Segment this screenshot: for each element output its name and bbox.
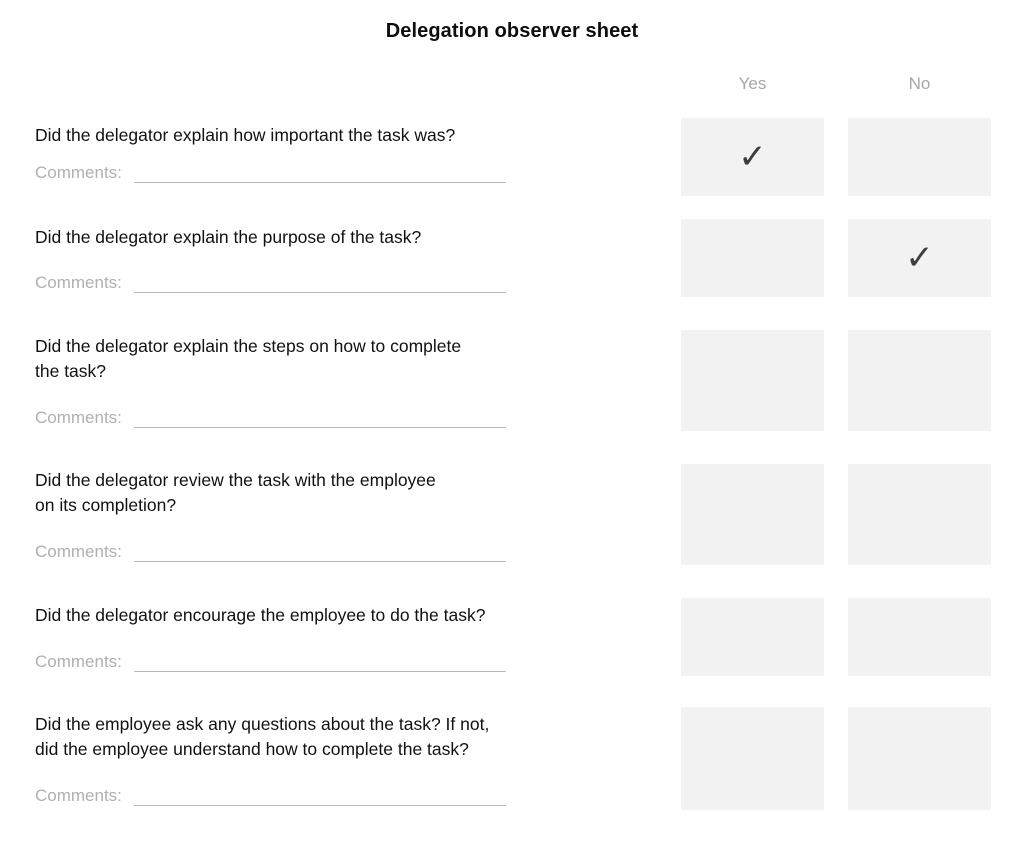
check-icon: ✓ [905, 238, 934, 278]
question-text: Did the employee ask any questions about… [35, 714, 490, 759]
checkbox-cell-no[interactable] [848, 598, 991, 676]
checkbox-cell-yes[interactable] [681, 330, 824, 431]
page-title: Delegation observer sheet [385, 20, 639, 42]
checkbox-cell-yes[interactable] [681, 707, 824, 810]
comments-write-line[interactable] [133, 165, 506, 183]
comments-label: Comments: [35, 163, 122, 182]
checkbox-cell-no[interactable] [848, 330, 991, 431]
comments-label: Comments: [35, 652, 122, 671]
comments-write-line[interactable] [133, 788, 506, 806]
checkbox-cell-yes[interactable] [681, 464, 824, 565]
checkbox-cell-yes[interactable] [681, 598, 824, 676]
comments-write-line[interactable] [133, 410, 506, 428]
comments-write-line[interactable] [133, 544, 506, 562]
comments-label: Comments: [35, 786, 122, 805]
checkbox-cell-yes[interactable] [681, 219, 824, 297]
comments-field[interactable]: Comments: [35, 652, 635, 672]
comments-write-line[interactable] [133, 654, 506, 672]
question-text: Did the delegator explain how important … [35, 125, 456, 145]
delegation-observer-sheet: Delegation observer sheet Yes No Did the… [0, 0, 1024, 843]
comments-field[interactable]: Comments: [35, 786, 635, 806]
comments-label: Comments: [35, 273, 122, 292]
comments-field[interactable]: Comments: [35, 408, 635, 428]
question-text: Did the delegator explain the steps on h… [35, 336, 462, 381]
comments-field[interactable]: Comments: [35, 542, 635, 562]
comments-field[interactable]: Comments: [35, 273, 635, 293]
comments-write-line[interactable] [133, 275, 506, 293]
question-text: Did the delegator encourage the employee… [35, 605, 486, 625]
comments-field[interactable]: Comments: [35, 163, 635, 183]
checkbox-cell-no[interactable]: ✓ [848, 219, 991, 297]
comments-label: Comments: [35, 542, 122, 561]
question-text: Did the delegator review the task with t… [35, 470, 436, 515]
column-header-no: No [908, 74, 931, 93]
checkbox-cell-no[interactable] [848, 118, 991, 196]
check-icon: ✓ [738, 137, 767, 177]
checkbox-cell-yes[interactable]: ✓ [681, 118, 824, 196]
question-text: Did the delegator explain the purpose of… [35, 227, 422, 247]
column-header-yes: Yes [738, 74, 767, 93]
checkbox-cell-no[interactable] [848, 464, 991, 565]
checkbox-cell-no[interactable] [848, 707, 991, 810]
comments-label: Comments: [35, 408, 122, 427]
